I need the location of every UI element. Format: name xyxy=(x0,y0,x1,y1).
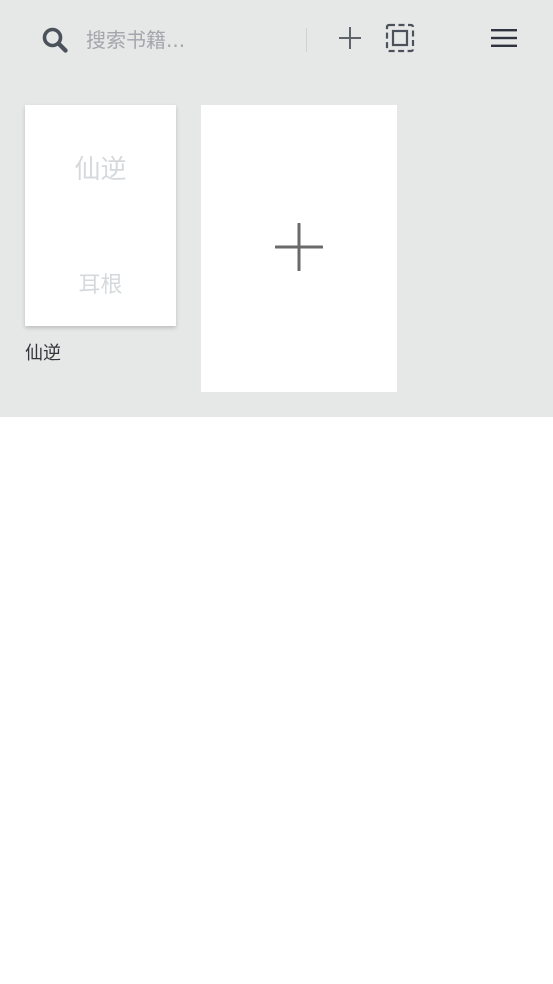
add-book-button[interactable] xyxy=(201,105,397,392)
book-title[interactable]: 仙逆 xyxy=(25,339,61,365)
menu-button[interactable] xyxy=(486,24,522,56)
search-input[interactable] xyxy=(86,24,294,56)
top-toolbar xyxy=(0,0,553,80)
resize-corner-icon xyxy=(0,978,6,984)
select-button[interactable] xyxy=(382,22,418,58)
plus-icon xyxy=(274,222,324,275)
reader-app: 仙逆 耳根 仙逆 xyxy=(0,0,553,984)
cover-author: 耳根 xyxy=(78,273,123,298)
cover-title: 仙逆 xyxy=(74,155,127,185)
book-cover[interactable]: 仙逆 耳根 xyxy=(25,105,176,326)
bookshelf-area: 仙逆 耳根 仙逆 xyxy=(0,0,553,417)
search-icon[interactable] xyxy=(41,26,69,54)
toolbar-divider xyxy=(306,28,307,52)
hamburger-menu-icon xyxy=(491,28,517,52)
add-button[interactable] xyxy=(334,24,366,56)
plus-icon xyxy=(337,25,363,55)
select-all-icon xyxy=(385,23,415,57)
